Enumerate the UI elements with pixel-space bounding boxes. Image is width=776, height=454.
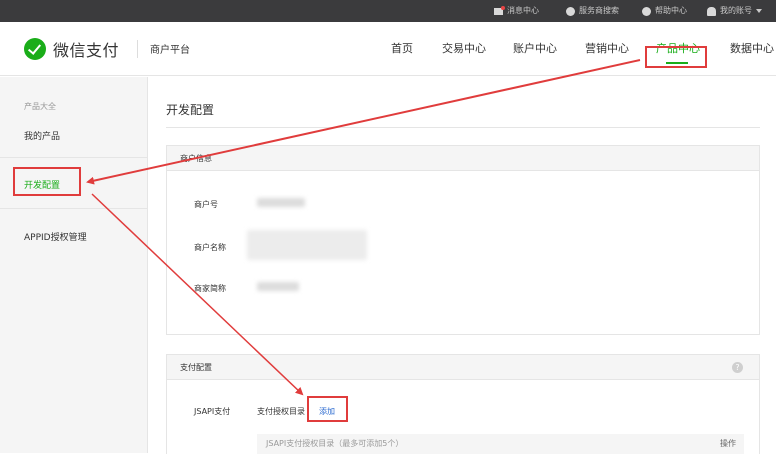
title-divider xyxy=(166,127,760,128)
annotation-box-dev-config xyxy=(13,167,81,196)
jsapi-pay-label: JSAPI支付 xyxy=(194,407,231,416)
merchant-id-value-redacted xyxy=(257,198,305,207)
partner-search-link[interactable]: 服务商搜索 xyxy=(566,0,619,22)
merchant-name-label: 商户名称 xyxy=(194,243,226,252)
annotation-box-product-center xyxy=(645,46,707,68)
payment-config-title: 支付配置 xyxy=(180,363,212,372)
merchant-short-name-label: 商家简称 xyxy=(194,284,226,293)
header-divider xyxy=(137,40,138,58)
auth-dir-table-title: JSAPI支付授权目录（最多可添加5个） xyxy=(266,439,404,448)
annotation-box-add-link xyxy=(307,396,348,422)
help-icon[interactable]: ? xyxy=(732,362,743,373)
page-title: 开发配置 xyxy=(166,103,215,117)
search-circle-icon xyxy=(566,6,575,16)
payment-config-panel: 支付配置 ? JSAPI支付 支付授权目录 添加 JSAPI支付授权目录（最多可… xyxy=(166,354,760,454)
message-icon xyxy=(494,5,505,15)
payment-config-header: 支付配置 ? xyxy=(167,355,759,380)
merchant-info-panel: 商户信息 商户号 商户名称 商家简称 xyxy=(166,145,760,335)
nav-account-center[interactable]: 账户中心 xyxy=(513,22,557,76)
nav-trade-center[interactable]: 交易中心 xyxy=(442,22,486,76)
help-center-label: 帮助中心 xyxy=(655,6,687,15)
partner-search-label: 服务商搜索 xyxy=(579,6,619,15)
main-content: 开发配置 商户信息 商户号 商户名称 商家简称 支付配置 ? JSAPI支付 支… xyxy=(149,77,776,454)
chevron-down-icon xyxy=(756,9,762,13)
sidebar-item-my-products[interactable]: 我的产品 xyxy=(24,129,60,142)
message-center-label: 消息中心 xyxy=(507,6,539,15)
merchant-info-title: 商户信息 xyxy=(167,146,759,171)
merchant-name-value-redacted xyxy=(247,230,367,260)
auth-dir-table-header: JSAPI支付授权目录（最多可添加5个） 操作 xyxy=(257,434,744,454)
help-circle-icon xyxy=(642,6,651,16)
auth-dir-table-ops: 操作 xyxy=(720,439,736,448)
nav-data-center[interactable]: 数据中心 xyxy=(730,22,774,76)
sidebar-item-appid-auth[interactable]: APPID授权管理 xyxy=(24,230,87,243)
merchant-id-label: 商户号 xyxy=(194,200,218,209)
help-center-link[interactable]: 帮助中心 xyxy=(642,0,687,22)
sidebar-divider xyxy=(0,157,148,158)
message-center-link[interactable]: 消息中心 xyxy=(494,0,539,22)
pay-auth-dir-label: 支付授权目录 xyxy=(257,407,305,416)
merchant-short-name-value-redacted xyxy=(257,282,299,291)
wechat-pay-logo[interactable]: 微信支付 xyxy=(24,35,119,63)
sidebar: 产品大全 我的产品 开发配置 APPID授权管理 xyxy=(0,77,148,453)
my-account-menu[interactable]: 我的账号 xyxy=(707,0,762,22)
top-bar: 消息中心 服务商搜索 帮助中心 我的账号 xyxy=(0,0,776,22)
user-icon xyxy=(707,6,716,16)
nav-marketing-center[interactable]: 营销中心 xyxy=(585,22,629,76)
platform-name: 商户平台 xyxy=(150,45,190,56)
sidebar-section-label: 产品大全 xyxy=(24,102,56,111)
logo-text: 微信支付 xyxy=(53,41,120,60)
wechat-pay-check-icon xyxy=(24,38,46,60)
sidebar-divider xyxy=(0,208,148,209)
my-account-label: 我的账号 xyxy=(720,6,752,15)
nav-home[interactable]: 首页 xyxy=(391,22,413,76)
